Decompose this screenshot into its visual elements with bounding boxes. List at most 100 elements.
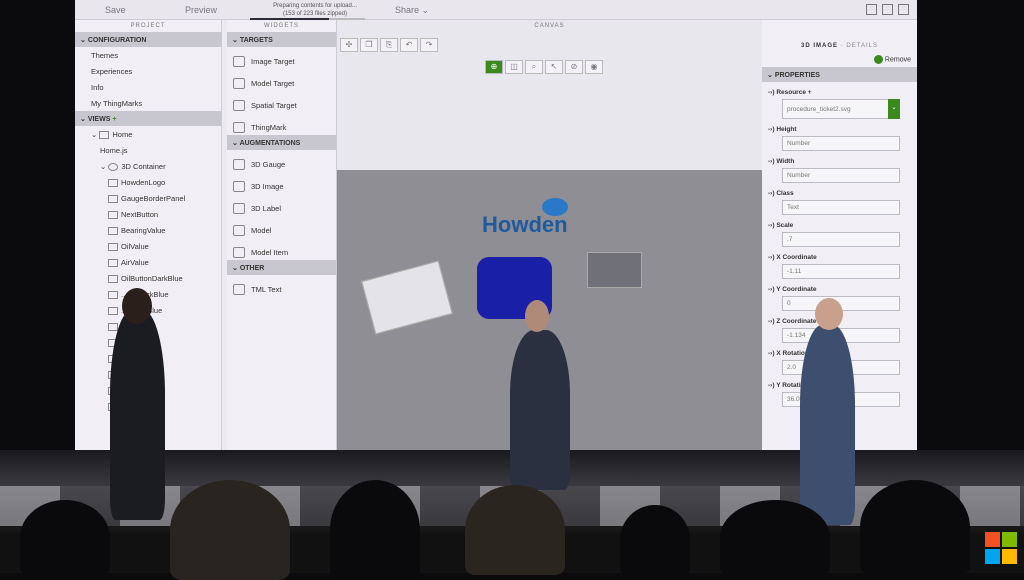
tree-homejs[interactable]: Home.js [75, 142, 221, 158]
widget-item[interactable]: Model [227, 216, 336, 238]
tree-node[interactable]: OilValue [75, 238, 221, 254]
pointer-icon[interactable]: ↖ [545, 60, 563, 74]
details-title: 3D IMAGE [801, 43, 839, 49]
gauge-panel[interactable] [587, 252, 642, 288]
property-label: Y Coordinate [776, 286, 817, 293]
remove-icon [873, 55, 883, 64]
binding-icon[interactable]: -›) [768, 318, 775, 325]
other-section[interactable]: ⌄ OTHER [227, 260, 336, 275]
widget-label: Model [251, 225, 272, 235]
property-input[interactable]: Number [782, 136, 900, 151]
binding-icon[interactable]: -›) [768, 126, 775, 133]
3d-view-icon[interactable]: ⊕ [485, 60, 503, 74]
project-header: PROJECT [130, 23, 166, 29]
widget-item[interactable]: ThingMark [227, 113, 336, 135]
property-input[interactable]: Number [782, 168, 900, 183]
property-label: Scale [776, 222, 794, 229]
binding-icon[interactable]: -›) [768, 350, 775, 357]
views-section[interactable]: ⌄ VIEWS + [75, 111, 221, 126]
remove-button[interactable]: Remove [762, 52, 917, 67]
widget-item[interactable]: 3D Image [227, 172, 336, 194]
binding-icon[interactable]: -›) [768, 89, 775, 96]
tree-node[interactable]: BearingValue [75, 222, 221, 238]
widget-icon [233, 202, 245, 214]
container-icon [108, 163, 119, 172]
paste-icon[interactable]: ⎘ [380, 38, 398, 52]
transform-icon[interactable]: ✣ [340, 38, 358, 52]
property-label: X Coordinate [776, 254, 817, 261]
binding-icon[interactable]: -›) [768, 286, 775, 293]
resource-select[interactable]: procedure_ticket2.svg ⌄ [782, 99, 900, 119]
widget-icon [233, 158, 245, 170]
widget-label: Image Target [251, 56, 295, 66]
layout-bottom-icon[interactable] [882, 4, 893, 15]
property-input[interactable]: .7 [782, 232, 900, 247]
hide-icon[interactable]: ⊘ [565, 60, 583, 74]
widget-label: Model Item [251, 247, 289, 257]
property-label: Class [776, 190, 794, 197]
widget-item[interactable]: Image Target [227, 47, 336, 69]
details-subtitle: · DETAILS [840, 43, 878, 49]
add-resource-icon[interactable]: + [808, 89, 812, 96]
save-button[interactable]: Save [105, 5, 126, 15]
top-bar: Save Preview Preparing contents for uplo… [75, 0, 917, 20]
binding-icon[interactable]: -›) [768, 254, 775, 261]
2d-view-icon[interactable]: ◫ [505, 60, 523, 74]
chevron-down-icon[interactable]: ⌄ [888, 99, 900, 119]
widget-item[interactable]: Model Target [227, 69, 336, 91]
properties-section[interactable]: ⌄ PROPERTIES [762, 67, 917, 82]
binding-icon[interactable]: -›) [768, 382, 775, 389]
audience-member [465, 485, 565, 575]
resource-property: -›) Resource + procedure_ticket2.svg ⌄ [762, 89, 917, 119]
widget-item[interactable]: 3D Label [227, 194, 336, 216]
widget-item[interactable]: TML Text [227, 275, 336, 297]
zoom-select-icon[interactable]: ⌕ [525, 60, 543, 74]
widget-icon [233, 121, 245, 133]
tree-node[interactable]: HowdenLogo [75, 174, 221, 190]
upload-status: Preparing contents for upload... (153 of … [255, 2, 375, 18]
widget-item[interactable]: Spatial Target [227, 91, 336, 113]
config-item[interactable]: My ThingMarks [75, 95, 221, 111]
tree-node[interactable]: AirValue [75, 254, 221, 270]
tree-home[interactable]: ⌄ Home [75, 126, 221, 142]
add-view-icon[interactable]: + [112, 116, 116, 123]
widgets-panel: WIDGETS ⌄ TARGETS Image Target Model Targ… [227, 20, 337, 450]
augmentations-section[interactable]: ⌄ AUGMENTATIONS [227, 135, 336, 150]
layout-toggles [866, 4, 909, 15]
view-icon [99, 131, 110, 140]
augmentations-label: AUGMENTATIONS [239, 140, 301, 147]
microsoft-logo [985, 532, 1017, 564]
config-item[interactable]: Experiences [75, 63, 221, 79]
configuration-section[interactable]: ⌄ CONFIGURATION [75, 32, 221, 47]
config-item[interactable]: Themes [75, 47, 221, 63]
layout-left-icon[interactable] [866, 4, 877, 15]
widget-icon [233, 99, 245, 111]
binding-icon[interactable]: -›) [768, 222, 775, 229]
procedure-ticket-image[interactable] [361, 260, 453, 335]
layout-right-icon[interactable] [898, 4, 909, 15]
redo-icon[interactable]: ↷ [420, 38, 438, 52]
tree-node[interactable]: GaugeBorderPanel [75, 190, 221, 206]
targets-section[interactable]: ⌄ TARGETS [227, 32, 336, 47]
widget-item[interactable]: Model Item [227, 238, 336, 260]
tree-node-label: OilValue [121, 242, 149, 251]
eye-icon[interactable]: ◉ [585, 60, 603, 74]
tree-3d-container[interactable]: ⌄ 3D Container [75, 158, 221, 174]
audience-member [860, 480, 970, 575]
binding-icon[interactable]: -›) [768, 190, 775, 197]
preview-button[interactable]: Preview [185, 5, 217, 15]
widget-icon [108, 275, 118, 284]
config-item[interactable]: Info [75, 79, 221, 95]
tree-node[interactable]: OilButtonDarkBlue [75, 270, 221, 286]
widget-item[interactable]: 3D Gauge [227, 150, 336, 172]
audience-member [720, 500, 830, 575]
binding-icon[interactable]: -›) [768, 158, 775, 165]
share-button[interactable]: Share ⌄ [395, 5, 429, 16]
copy-icon[interactable]: ❐ [360, 38, 378, 52]
view-toolbar: ⊕ ◫ ⌕ ↖ ⊘ ◉ [485, 60, 603, 74]
property-input[interactable]: -1.11 [782, 264, 900, 279]
tree-node[interactable]: NextButton [75, 206, 221, 222]
widget-icon [108, 211, 118, 220]
undo-icon[interactable]: ↶ [400, 38, 418, 52]
property-input[interactable]: Text [782, 200, 900, 215]
